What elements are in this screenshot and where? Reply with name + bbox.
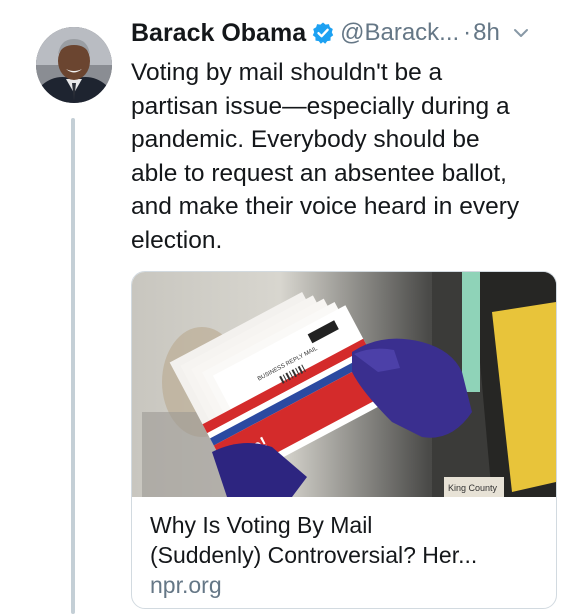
tweet-text-line: election. [131, 226, 223, 254]
link-preview-card[interactable]: King County vote! BUSINESS REPLY MAIL [131, 271, 557, 609]
author-name[interactable]: Barack Obama [131, 19, 306, 48]
avatar[interactable] [36, 27, 112, 103]
avatar-photo [36, 27, 112, 103]
verified-badge-icon [311, 21, 335, 45]
tweet-text-line: Voting by mail shouldn't be a [131, 59, 443, 86]
card-title[interactable]: Why Is Voting By Mail (Suddenly) Controv… [150, 510, 550, 570]
tweet-text-line: pandemic. Everybody should be [131, 126, 480, 153]
author-handle[interactable]: @Barack... [340, 19, 459, 47]
card-title-line: (Suddenly) Controversial? Her... [150, 542, 478, 568]
tweet-text-line: able to request an absentee ballot, [131, 159, 507, 187]
card-domain: npr.org [150, 572, 222, 598]
chevron-down-icon[interactable] [512, 24, 530, 42]
card-title-line: Why Is Voting By Mail [150, 512, 373, 538]
tweet-text: Voting by mail shouldn't be a partisan i… [131, 56, 571, 257]
timestamp[interactable]: 8h [473, 19, 500, 47]
article-image: King County vote! BUSINESS REPLY MAIL [132, 272, 556, 497]
badge-label: King County [448, 483, 498, 493]
separator-dot: · [463, 19, 472, 46]
thread-line [71, 118, 75, 614]
tweet-text-line: partisan issue—especially during a [131, 92, 510, 120]
tweet-text-line: and make their voice heard in every [131, 193, 520, 220]
tweet-header: Barack Obama @Barack... · 8h [131, 14, 571, 52]
